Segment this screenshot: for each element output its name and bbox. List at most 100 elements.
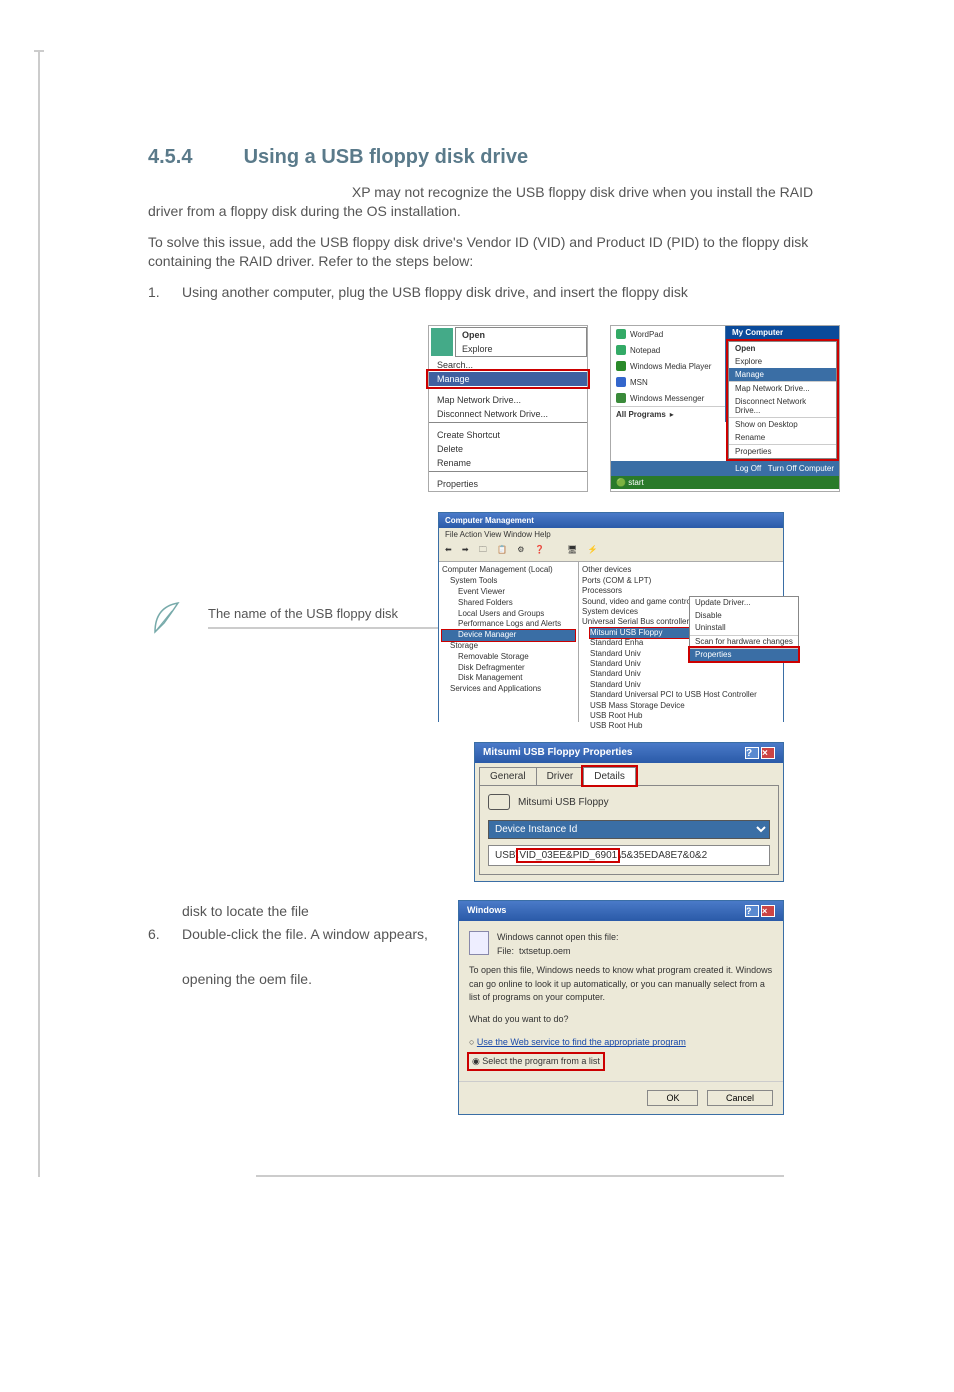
note-block: The name of the USB floppy disk — [150, 597, 438, 637]
menu-shortcut[interactable]: Create Shortcut — [429, 428, 587, 442]
figure-row-4: disk to locate the file 6. Double-click … — [148, 900, 844, 1115]
sm-rename[interactable]: Rename — [729, 431, 836, 444]
sm-logoff[interactable]: Log Off — [735, 464, 761, 473]
note-text: The name of the USB floppy disk — [208, 606, 438, 629]
props-dropdown[interactable]: Device Instance Id — [488, 820, 770, 839]
start-menu: WordPad Notepad Windows Media Player MSN… — [610, 325, 840, 492]
sm-notepad[interactable]: Notepad — [611, 342, 725, 358]
dev-std4[interactable]: Standard Univ — [590, 669, 780, 679]
cm-toolbar[interactable]: ⬅ ➡ 🗀 📋 ⚙ ❓ 🖥 ⚡ — [439, 541, 783, 562]
cm-systools[interactable]: System Tools — [442, 576, 575, 587]
dev-std5[interactable]: Standard Univ — [590, 680, 780, 690]
device-context-menu: Update Driver... Disable Uninstall Scan … — [689, 596, 799, 662]
notepad-icon — [616, 345, 626, 355]
menu-disconnect[interactable]: Disconnect Network Drive... — [429, 407, 587, 421]
ctx-properties[interactable]: Properties — [690, 648, 798, 661]
dev-processors[interactable]: Processors — [582, 586, 780, 596]
taskbar-start[interactable]: 🟢 start — [611, 476, 839, 489]
content-area: 4.5.4 Using a USB floppy disk drive Due … — [40, 50, 904, 1177]
sm-submenu: Open Explore Manage Map Network Drive...… — [728, 341, 837, 459]
dev-ports[interactable]: Ports (COM & LPT) — [582, 576, 780, 586]
cm-menubar[interactable]: File Action View Window Help — [439, 528, 783, 541]
sm-my-computer[interactable]: My Computer — [726, 326, 839, 339]
sm-disconnect[interactable]: Disconnect Network Drive... — [729, 395, 836, 417]
menu-explore[interactable]: Explore — [456, 342, 586, 356]
help-button[interactable]: ? — [745, 747, 759, 759]
file-icon — [469, 931, 489, 955]
dlg-opt-list[interactable]: ◉ Select the program from a list — [469, 1052, 773, 1072]
page-frame: 4.5.4 Using a USB floppy disk drive Due … — [38, 50, 904, 1177]
sm-open[interactable]: Open — [729, 342, 836, 355]
tab-general[interactable]: General — [479, 767, 537, 785]
props-title: Mitsumi USB Floppy Properties — [483, 747, 632, 759]
dlg-close-button[interactable]: × — [761, 905, 775, 917]
menu-delete[interactable]: Delete — [429, 442, 587, 456]
tab-driver[interactable]: Driver — [536, 767, 585, 785]
sm-bottom: Log Off Turn Off Computer — [611, 461, 839, 476]
menu-properties[interactable]: Properties — [429, 477, 587, 491]
section-heading: 4.5.4 Using a USB floppy disk drive — [148, 146, 844, 169]
dev-root1[interactable]: USB Root Hub — [590, 711, 780, 721]
sm-manage[interactable]: Manage — [729, 368, 836, 381]
ok-button[interactable]: OK — [647, 1090, 698, 1106]
sm-msn[interactable]: MSN — [611, 374, 725, 390]
ctx-uninstall[interactable]: Uninstall — [690, 622, 798, 634]
dev-mass[interactable]: USB Mass Storage Device — [590, 701, 780, 711]
cm-title: Computer Management — [439, 513, 783, 528]
feather-icon — [150, 597, 190, 637]
menu-map-drive[interactable]: Map Network Drive... — [429, 393, 587, 407]
sm-all-programs[interactable]: All Programs ▸ — [611, 406, 725, 422]
sm-properties[interactable]: Properties — [729, 444, 836, 458]
msn-icon — [616, 377, 626, 387]
sm-showdesk[interactable]: Show on Desktop — [729, 417, 836, 431]
properties-dialog: Mitsumi USB Floppy Properties ?× General… — [474, 742, 784, 882]
cm-tree[interactable]: Computer Management (Local) System Tools… — [439, 562, 579, 722]
props-tabs: General Driver Details — [475, 763, 783, 785]
cancel-button[interactable]: Cancel — [707, 1090, 773, 1106]
dlg-help-button[interactable]: ? — [745, 905, 759, 917]
menu-search[interactable]: Search... — [429, 358, 587, 372]
props-pane: Mitsumi USB Floppy Device Instance Id US… — [479, 785, 779, 875]
sm-explore[interactable]: Explore — [729, 355, 836, 368]
cm-diskmgmt[interactable]: Disk Management — [442, 673, 575, 684]
menu-manage[interactable]: Manage — [429, 372, 587, 386]
ctx-update[interactable]: Update Driver... — [690, 597, 798, 609]
cm-devices[interactable]: Other devices Ports (COM & LPT) Processo… — [579, 562, 783, 722]
dlg-opt-web[interactable]: ○ Use the Web service to find the approp… — [469, 1034, 773, 1052]
dlg-message: To open this file, Windows needs to know… — [469, 964, 773, 1005]
cm-users[interactable]: Local Users and Groups — [442, 609, 575, 620]
cm-removable[interactable]: Removable Storage — [442, 652, 575, 663]
sm-turnoff[interactable]: Turn Off Computer — [768, 464, 834, 473]
menu-open[interactable]: Open — [456, 328, 586, 342]
paragraph-2: To solve this issue, add the USB floppy … — [148, 233, 844, 271]
vid-pid-highlight: VID_03EE&PID_6901 — [518, 850, 618, 861]
dlg-filename: txtsetup.oem — [519, 946, 571, 956]
cm-services[interactable]: Services and Applications — [442, 684, 575, 695]
cm-storage[interactable]: Storage — [442, 641, 575, 652]
cm-root[interactable]: Computer Management (Local) — [442, 565, 575, 576]
dev-root2[interactable]: USB Root Hub — [590, 721, 780, 731]
ctx-disable[interactable]: Disable — [690, 610, 798, 622]
dev-other[interactable]: Other devices — [582, 565, 780, 575]
margin-tick — [34, 50, 44, 52]
step-6: 6. Double-click the file. A window appea… — [148, 923, 440, 990]
cm-devmgr[interactable]: Device Manager — [442, 630, 575, 641]
cm-defrag[interactable]: Disk Defragmenter — [442, 663, 575, 674]
sm-wmp[interactable]: Windows Media Player — [611, 358, 725, 374]
cm-event[interactable]: Event Viewer — [442, 587, 575, 598]
dev-stdfull[interactable]: Standard Universal PCI to USB Host Contr… — [590, 690, 780, 700]
tab-details[interactable]: Details — [583, 767, 636, 785]
menu-rename[interactable]: Rename — [429, 456, 587, 470]
sm-mapnet[interactable]: Map Network Drive... — [729, 381, 836, 395]
cm-shared[interactable]: Shared Folders — [442, 598, 575, 609]
sm-messenger[interactable]: Windows Messenger — [611, 390, 725, 406]
cm-perf[interactable]: Performance Logs and Alerts — [442, 619, 575, 630]
figure-row-1: Open Explore Search... Manage Map Networ… — [428, 325, 844, 492]
section-title: Using a USB floppy disk drive — [244, 146, 529, 168]
sm-wordpad[interactable]: WordPad — [611, 326, 725, 342]
step-text-block: disk to locate the file 6. Double-click … — [148, 900, 440, 1115]
close-button[interactable]: × — [761, 747, 775, 759]
dlg-cannot-open: Windows cannot open this file: — [497, 931, 619, 945]
paragraph-1: Due to the limitation of Windows XP may … — [148, 183, 844, 221]
ctx-scan[interactable]: Scan for hardware changes — [690, 635, 798, 648]
